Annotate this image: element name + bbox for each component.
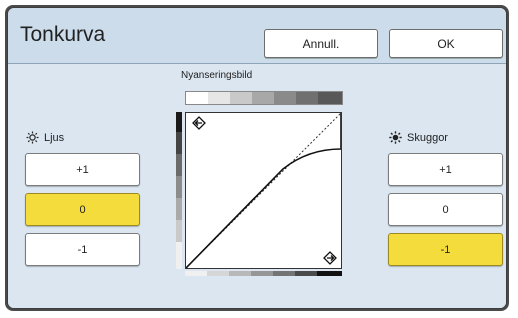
dialog-title: Tonkurva [20,23,106,46]
gradation-label: Nyanseringsbild [181,70,253,81]
highlights-zero-button[interactable]: 0 [25,193,140,226]
output-gradient-horizontal [185,271,342,276]
dialog-header: Tonkurva Annull. OK [8,8,506,61]
sun-filled-icon [389,131,402,144]
gradation-strip [185,91,343,105]
sun-outline-icon [26,131,39,144]
highlights-minus-button[interactable]: -1 [25,233,140,266]
highlights-label: Ljus [44,131,65,144]
highlights-plus-button[interactable]: +1 [25,153,140,186]
tone-curve-graph[interactable] [185,112,342,269]
highlights-label-row: Ljus [26,131,64,144]
ok-button[interactable]: OK [389,29,503,58]
shadows-label-row: Skuggor [389,131,448,144]
shadows-label: Skuggor [407,131,448,144]
tone-curve-plot [185,112,342,269]
cancel-button[interactable]: Annull. [264,29,378,58]
shadows-zero-button[interactable]: 0 [388,193,503,226]
shadows-minus-button[interactable]: -1 [388,233,503,266]
left-up-arrow-icon [192,116,206,130]
input-gradient-vertical [176,112,182,269]
shadows-plus-button[interactable]: +1 [388,153,503,186]
right-down-arrow-icon [323,251,337,265]
